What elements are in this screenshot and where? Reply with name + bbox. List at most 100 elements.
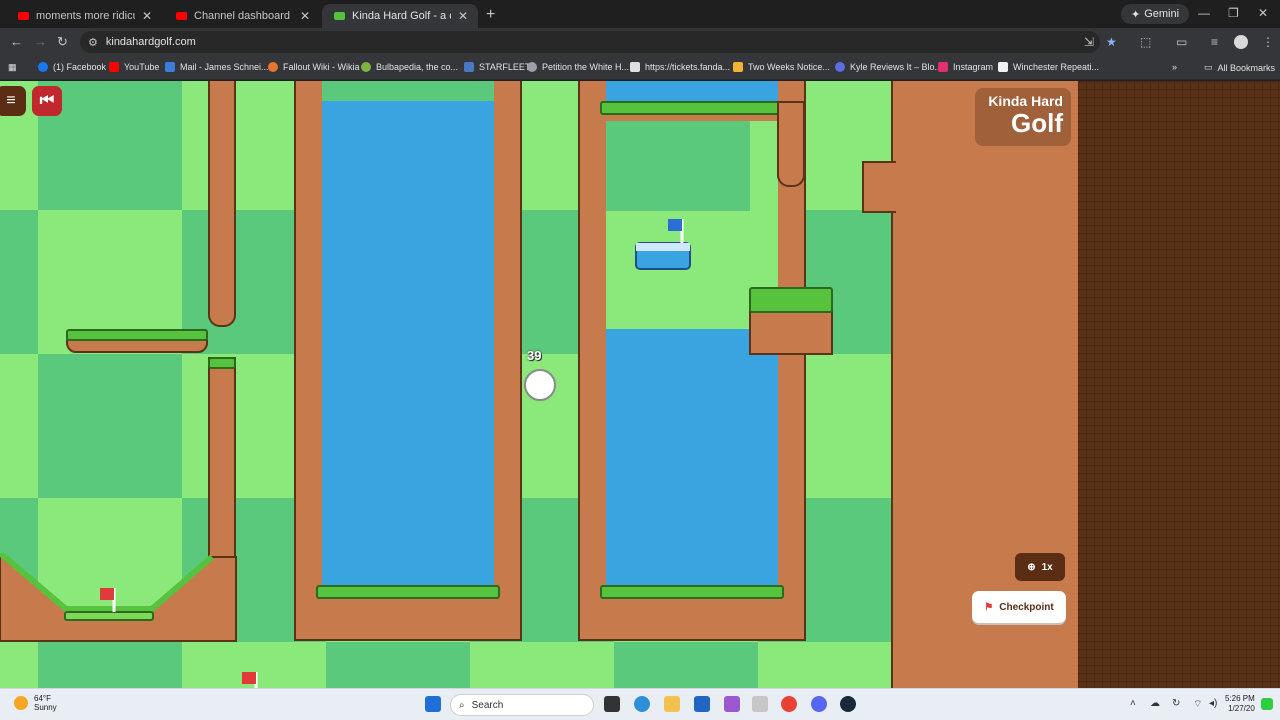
- tab-channel-dashboard[interactable]: Channel dashboard - YouTube ✕: [164, 4, 320, 28]
- golf-ball[interactable]: [524, 369, 556, 401]
- apps-icon[interactable]: ▦: [8, 62, 17, 73]
- sync-icon[interactable]: ↻: [1172, 698, 1180, 709]
- wifi-icon[interactable]: ⌔: [1193, 698, 1202, 711]
- store-icon[interactable]: [694, 696, 710, 712]
- youtube-icon: [176, 12, 187, 20]
- red-flag-icon: [100, 588, 116, 612]
- bookmark-youtube[interactable]: YouTube: [109, 62, 159, 72]
- notice-icon: [733, 62, 743, 72]
- new-tab-button[interactable]: +: [486, 6, 495, 24]
- close-icon[interactable]: ✕: [142, 9, 152, 23]
- weather-widget[interactable]: 64°F Sunny: [14, 694, 57, 712]
- taskbar-search[interactable]: ⌕ Search: [450, 694, 594, 716]
- grass-ledge-left: [66, 329, 208, 341]
- gemini-button[interactable]: ✦ Gemini: [1121, 4, 1190, 24]
- facebook-icon: [38, 62, 48, 72]
- youtube-icon: [109, 62, 119, 72]
- site-info-icon[interactable]: ⚙: [88, 36, 98, 49]
- winchester-icon: [998, 62, 1008, 72]
- bulbapedia-icon: [361, 62, 371, 72]
- volume-icon[interactable]: ◂): [1209, 698, 1217, 709]
- tab-youtube-moments[interactable]: moments more ridiculous than ✕: [6, 4, 162, 28]
- golf-icon: [334, 12, 345, 20]
- media-icon[interactable]: ≡: [1211, 35, 1218, 49]
- stroke-counter: 39: [527, 348, 542, 363]
- dirt-post-right-upper: [777, 101, 805, 187]
- bookmark-star-icon[interactable]: ★: [1106, 35, 1117, 49]
- forward-button[interactable]: →: [34, 34, 47, 49]
- chevron-up-icon[interactable]: ˄: [1130, 698, 1136, 709]
- onedrive-icon[interactable]: ☁: [1150, 698, 1160, 709]
- water-hazard-1: [322, 81, 494, 587]
- bookmark-winchester[interactable]: Winchester Repeati...: [998, 62, 1099, 72]
- profile-avatar[interactable]: [1234, 35, 1248, 49]
- bookmark-two-weeks[interactable]: Two Weeks Notice...: [733, 62, 830, 72]
- reload-button[interactable]: ↻: [57, 34, 68, 50]
- youtube-icon: [18, 12, 29, 20]
- tab-kinda-hard-golf[interactable]: Kinda Hard Golf - a challeng ✕: [322, 4, 478, 28]
- wiki-icon: [268, 62, 278, 72]
- bookmark-mail[interactable]: Mail - James Schnei...: [165, 62, 269, 72]
- all-bookmarks-button[interactable]: ▭ All Bookmarks: [1204, 62, 1275, 73]
- bookmark-fallout-wiki[interactable]: Fallout Wiki - Wikia: [268, 62, 360, 72]
- bookmarks-bar: ▦ (1) Facebook YouTube Mail - James Schn…: [0, 56, 1280, 80]
- bookmark-kyle-reviews[interactable]: Kyle Reviews It – Blo...: [835, 62, 942, 72]
- chrome-icon[interactable]: [781, 696, 797, 712]
- ticket-icon: [630, 62, 640, 72]
- close-window-button[interactable]: ✕: [1258, 6, 1268, 20]
- notification-icon[interactable]: [1261, 698, 1273, 710]
- menu-button[interactable]: ≡: [0, 86, 26, 116]
- bookmark-bulbapedia[interactable]: Bulbapedia, the co...: [361, 62, 458, 72]
- maximize-button[interactable]: ❐: [1228, 6, 1239, 20]
- bookmark-starfleet[interactable]: STARFLEET: [464, 62, 530, 72]
- bookmark-facebook[interactable]: (1) Facebook: [38, 62, 106, 72]
- file-explorer-icon[interactable]: [664, 696, 680, 712]
- media-player-icon[interactable]: [752, 696, 768, 712]
- game-logo: Kinda Hard Golf: [975, 88, 1071, 146]
- dirt-post-left-upper: [208, 81, 236, 327]
- grass-ledge-top-2: [600, 101, 784, 115]
- bookmark-instagram[interactable]: Instagram: [938, 62, 993, 72]
- more-bookmarks-icon[interactable]: »: [1172, 62, 1177, 72]
- bookmark-tickets[interactable]: https://tickets.fanda...: [630, 62, 730, 72]
- steam-icon[interactable]: [840, 696, 856, 712]
- windows-taskbar: 64°F Sunny ⌕ Search ˄ ☁ ↻ ⌔ ◂) 5:26 PM 1…: [0, 688, 1280, 720]
- red-flag-icon: [242, 672, 258, 688]
- menu-icon[interactable]: ⋮: [1262, 35, 1274, 49]
- browser-toolbar: ← → ↻ ⚙ kindahardgolf.com ⇲ ★ ⬚ ▭ ≡ ⋮: [0, 28, 1280, 56]
- task-view-icon[interactable]: [604, 696, 620, 712]
- app-icon[interactable]: [724, 696, 740, 712]
- discord-icon[interactable]: [811, 696, 827, 712]
- close-icon[interactable]: ✕: [300, 9, 310, 23]
- folder-icon: ▭: [1204, 62, 1213, 72]
- extensions-icon[interactable]: ⬚: [1140, 35, 1151, 49]
- back-button[interactable]: ←: [10, 34, 23, 49]
- sparkle-icon: ✦: [1131, 8, 1141, 21]
- grass-floor-channel-1: [316, 585, 500, 599]
- edge-icon[interactable]: [634, 696, 650, 712]
- install-app-icon[interactable]: ⇲: [1084, 35, 1094, 49]
- petition-icon: [527, 62, 537, 72]
- checkpoint-button[interactable]: ⚑ Checkpoint: [972, 591, 1066, 623]
- search-icon: ⌕: [459, 699, 465, 711]
- water-hazard-2: [606, 329, 778, 587]
- flag-icon: ⚑: [984, 601, 994, 613]
- skip-back-icon: ⏮: [39, 92, 55, 109]
- close-icon[interactable]: ✕: [458, 9, 468, 23]
- cast-icon[interactable]: ▭: [1176, 35, 1187, 49]
- dirt-valley: [0, 553, 237, 642]
- zoom-button[interactable]: ⊕ 1x: [1015, 553, 1065, 581]
- bookmark-petition[interactable]: Petition the White H...: [527, 62, 629, 72]
- system-clock[interactable]: 5:26 PM 1/27/20: [1225, 694, 1255, 714]
- restart-button[interactable]: ⏮: [32, 86, 62, 116]
- blog-icon: [835, 62, 845, 72]
- zoom-icon: ⊕: [1027, 561, 1036, 573]
- start-icon[interactable]: [425, 696, 441, 712]
- mail-icon: [165, 62, 175, 72]
- green-area-2-dark: [606, 121, 750, 211]
- minimize-button[interactable]: —: [1198, 6, 1210, 20]
- hamburger-icon: ≡: [6, 92, 16, 109]
- address-bar[interactable]: ⚙ kindahardgolf.com: [80, 31, 1100, 53]
- game-canvas[interactable]: 39 ≡ ⏮ Kinda Hard Golf ⊕ 1x ⚑ Checkpoint: [0, 81, 1280, 688]
- tab-strip: moments more ridiculous than ✕ Channel d…: [0, 0, 1280, 28]
